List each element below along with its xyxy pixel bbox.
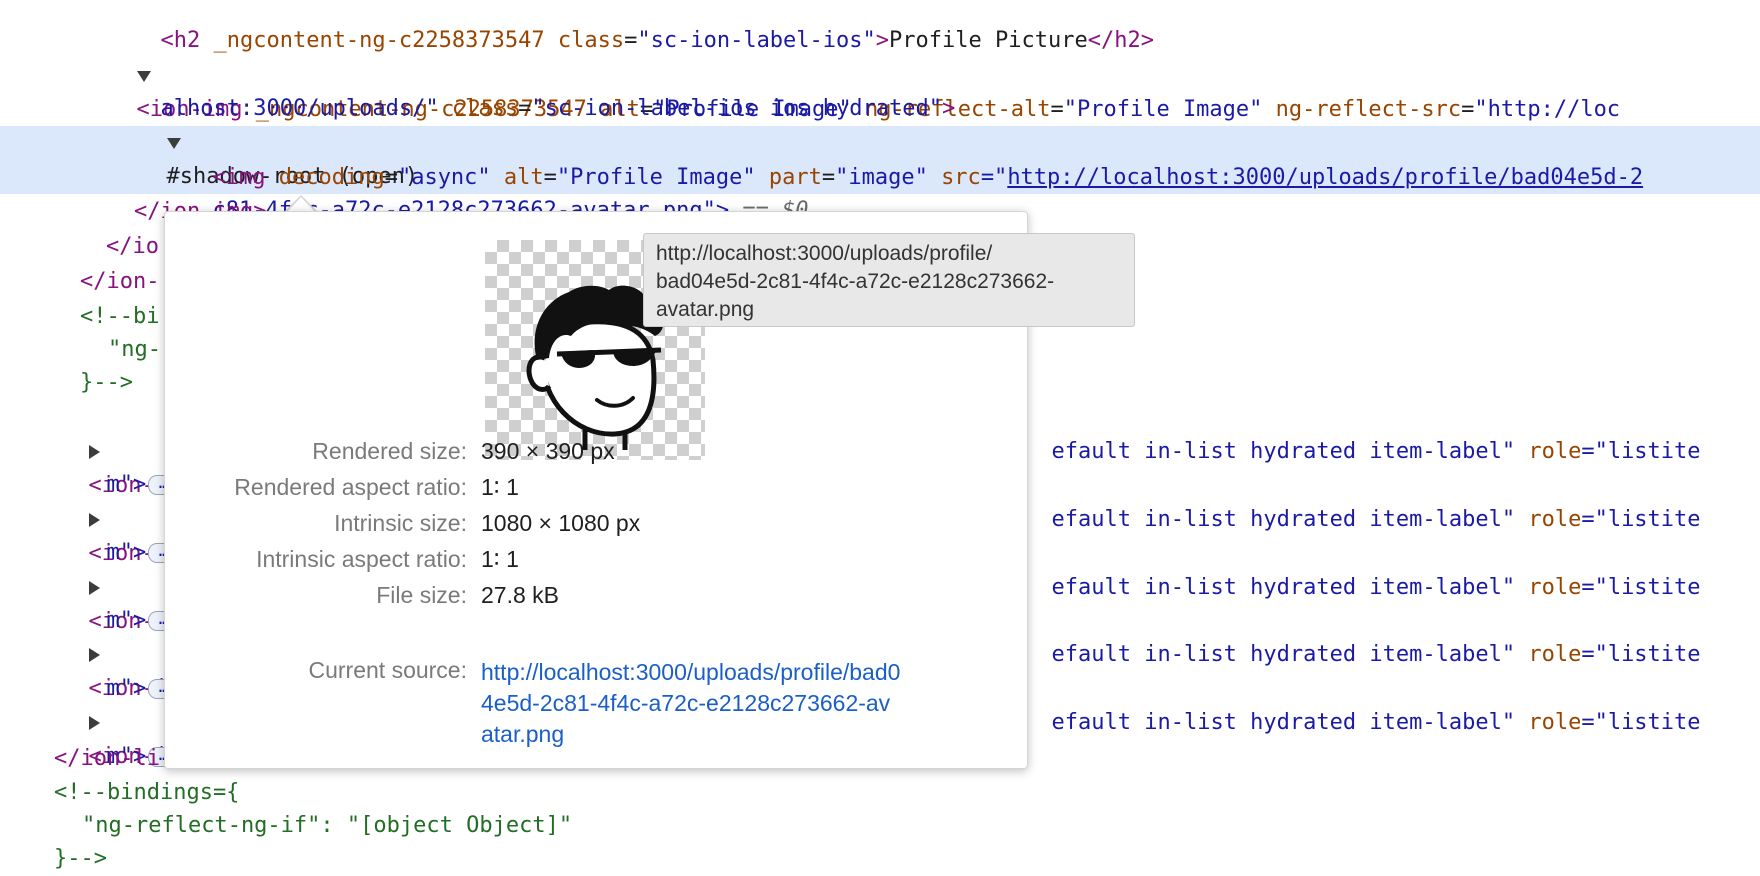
popover-arrow-inner (287, 197, 315, 212)
attr-value: "http://loc (1474, 97, 1621, 122)
dom-line-bindings-body: "ng-reflect-ng-if": "[object Object]" (82, 813, 573, 838)
attr-value: ="listite (1581, 575, 1701, 600)
info-value: 1∶ 1 (481, 546, 519, 572)
dom-line-ion-item[interactable]: <ion-i (62, 469, 168, 566)
dom-line-bindings-comment[interactable]: <!--bindings={ (54, 776, 239, 810)
info-label: Rendered aspect ratio: (234, 474, 467, 500)
dom-line-ion-img-cont[interactable]: alhost:3000/uploads/" class="sc-ion-labe… (134, 58, 956, 121)
info-value: 390 × 390 px (481, 438, 615, 464)
attr-name: ng-reflect-src (1275, 97, 1462, 122)
info-row-rendered-aspect: Rendered aspect ratio: 1∶ 1 (165, 474, 1027, 508)
attr-value: "Profile Image" (1063, 97, 1263, 122)
dom-line-shadow-root[interactable]: #shadow-root (open) (140, 92, 418, 189)
dom-line-comment[interactable]: <!--bi (80, 300, 159, 334)
attr-value: ="listite (1581, 507, 1701, 532)
info-row-intrinsic-size: Intrinsic size: 1080 × 1080 px (165, 510, 1027, 544)
dom-line-img-selected-cont[interactable]: c81-4f4c-a72c-e2128c273662-avatar.png"> … (186, 160, 809, 223)
attr-name: role (1528, 575, 1582, 600)
info-value: 1∶ 1 (481, 474, 519, 500)
attr-name: src (941, 165, 981, 190)
info-label: Intrinsic aspect ratio: (256, 546, 467, 572)
dom-line-h2[interactable]: <h2 _ngcontent-ng-c2258373547 class="sc-… (134, 0, 1154, 53)
dom-line-img-selected[interactable]: <img decoding="async" alt="Profile Image… (186, 127, 1644, 190)
attr-name: class (451, 96, 519, 121)
attr-value: efault in-list hydrated item-label" (1051, 710, 1516, 735)
attr-name: role (1528, 642, 1582, 667)
expand-triangle-icon[interactable] (166, 137, 181, 149)
attr-name: role (1528, 507, 1582, 532)
info-row-file-size: File size: 27.8 kB (165, 582, 1027, 616)
attr-name: role (1528, 710, 1582, 735)
source-line[interactable]: atar.png (481, 719, 1021, 750)
dom-line-bindings-end: }--> (54, 846, 107, 871)
info-value: 1080 × 1080 px (481, 510, 641, 536)
source-line[interactable]: 4e5d-2c81-4f4c-a72c-e2128c273662-av (481, 688, 1021, 719)
info-row-rendered-size: Rendered size: 390 × 390 px (165, 438, 1027, 472)
dom-line-ion-item[interactable]: <ion-i (62, 401, 168, 498)
dom-line-comment-body: "ng- (108, 337, 161, 362)
dom-line-ion-item-right: efault in-list hydrated item-label" role… (1025, 469, 1701, 532)
dom-line-close-io[interactable]: </io (106, 230, 159, 264)
attr-value: ="listite (1581, 710, 1701, 735)
info-row-intrinsic-aspect: Intrinsic aspect ratio: 1∶ 1 (165, 546, 1027, 580)
attr-value: "sc-ion-label-ios ios hydrated" (531, 96, 942, 121)
attr-value: "image" (835, 165, 928, 190)
src-link[interactable]: http://localhost:3000/uploads/profile/ba… (1007, 165, 1643, 190)
tooltip-line: bad04e5d-2c81-4f4c-a72c-e2128c273662- (656, 270, 1055, 293)
info-label: Rendered size: (312, 438, 467, 464)
tooltip-line: avatar.png (656, 298, 755, 321)
url-tooltip: http://localhost:3000/uploads/profile/ b… (643, 233, 1135, 327)
dom-line-ion-item-right: efault in-list hydrated item-label" role… (1025, 537, 1701, 600)
attr-value: efault in-list hydrated item-label" (1051, 439, 1516, 464)
info-label: Current source: (308, 657, 467, 683)
attr-value: efault in-list hydrated item-label" (1051, 642, 1516, 667)
dom-line-close-ion[interactable]: </ion- (80, 265, 159, 299)
info-label: File size: (376, 582, 467, 608)
tooltip-line: http://localhost:3000/uploads/profile/ (656, 242, 993, 265)
attr-value: efault in-list hydrated item-label" (1051, 575, 1516, 600)
dom-line-ion-img[interactable]: <ion-img _ngcontent-ng-c2258373547 alt="… (110, 25, 1620, 122)
current-source-link[interactable]: http://localhost:3000/uploads/profile/ba… (481, 657, 1021, 750)
info-value: 27.8 kB (481, 582, 559, 608)
dom-line-close-ion-list[interactable]: </ion-li (54, 742, 160, 776)
attr-value: ="listite (1581, 642, 1701, 667)
dom-line-comment-end: }--> (80, 370, 133, 395)
dom-line-ion-item-right: efault in-list hydrated item-label" role… (1025, 604, 1701, 667)
info-label: Intrinsic size: (334, 510, 467, 536)
dom-line-ion-item-right: efault in-list hydrated item-label" role… (1025, 672, 1701, 735)
source-line[interactable]: http://localhost:3000/uploads/profile/ba… (481, 657, 1021, 688)
attr-quote: =" (980, 165, 1008, 190)
dom-line-ion-item[interactable]: <ion-i (62, 604, 168, 701)
attr-name: role (1528, 439, 1582, 464)
dom-line-ion-item-right: efault in-list hydrated item-label" role… (1025, 401, 1701, 464)
attr-value: ="listite (1581, 439, 1701, 464)
attr-value: efault in-list hydrated item-label" (1051, 507, 1516, 532)
tag-close: > (942, 96, 956, 121)
dom-line-ion-item[interactable]: <ion-i (62, 537, 168, 634)
dom-line-ion-item[interactable]: <ion-i (62, 672, 168, 769)
